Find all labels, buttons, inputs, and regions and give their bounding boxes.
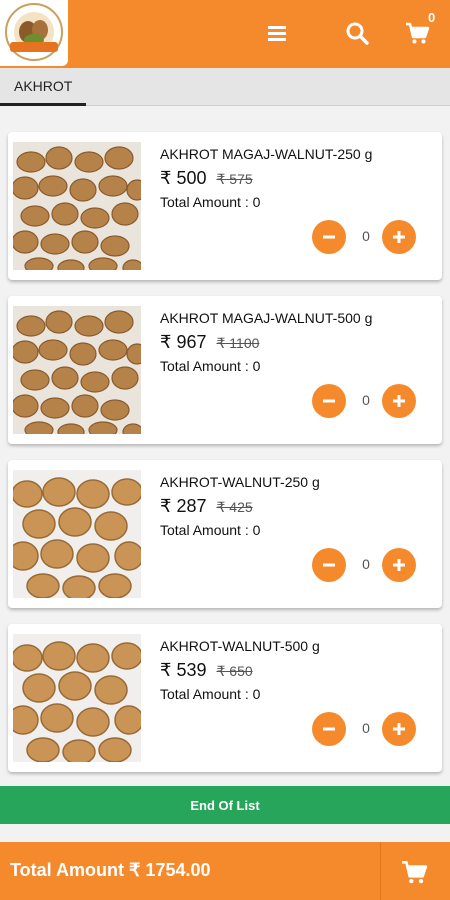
price-row: ₹ 539 ₹ 650 <box>160 660 253 681</box>
product-mrp: ₹ 575 <box>216 171 253 187</box>
product-name: AKHROT MAGAJ-WALNUT-500 g <box>160 310 373 326</box>
quantity-value: 0 <box>362 392 370 408</box>
product-image <box>13 634 141 762</box>
cart-total-footer: Total Amount ₹ 1754.00 <box>0 842 450 900</box>
product-price: ₹ 287 <box>160 496 207 516</box>
product-image <box>13 306 141 434</box>
tab-akhrot[interactable]: AKHROT <box>0 68 87 106</box>
decrease-quantity-button[interactable] <box>312 220 346 254</box>
increase-quantity-button[interactable] <box>382 548 416 582</box>
plus-icon <box>393 395 405 407</box>
product-mrp: ₹ 425 <box>216 499 253 515</box>
price-row: ₹ 287 ₹ 425 <box>160 496 253 517</box>
product-image <box>13 470 141 598</box>
price-row: ₹ 500 ₹ 575 <box>160 168 253 189</box>
quantity-value: 0 <box>362 556 370 572</box>
decrease-quantity-button[interactable] <box>312 712 346 746</box>
app-header: 0 <box>0 0 450 68</box>
product-total-amount: Total Amount : 0 <box>160 686 261 702</box>
search-icon[interactable] <box>344 20 370 46</box>
quantity-value: 0 <box>362 720 370 736</box>
plus-icon <box>393 723 405 735</box>
product-card[interactable]: AKHROT-WALNUT-250 g ₹ 287 ₹ 425 Total Am… <box>8 460 442 608</box>
product-price: ₹ 500 <box>160 168 207 188</box>
product-name: AKHROT-WALNUT-250 g <box>160 474 320 490</box>
price-row: ₹ 967 ₹ 1100 <box>160 332 259 353</box>
category-tab-bar: AKHROT <box>0 68 450 106</box>
cart-icon[interactable] <box>404 20 430 46</box>
minus-icon <box>323 727 335 731</box>
increase-quantity-button[interactable] <box>382 712 416 746</box>
plus-icon <box>393 559 405 571</box>
decrease-quantity-button[interactable] <box>312 548 346 582</box>
footer-divider <box>380 842 381 900</box>
end-of-list-banner: End Of List <box>0 786 450 824</box>
product-total-amount: Total Amount : 0 <box>160 194 261 210</box>
quantity-value: 0 <box>362 228 370 244</box>
product-card[interactable]: AKHROT-WALNUT-500 g ₹ 539 ₹ 650 Total Am… <box>8 624 442 772</box>
product-total-amount: Total Amount : 0 <box>160 522 261 538</box>
footer-total-amount: Total Amount ₹ 1754.00 <box>10 860 211 880</box>
cart-count-badge: 0 <box>428 10 436 25</box>
product-card[interactable]: AKHROT MAGAJ-WALNUT-500 g ₹ 967 ₹ 1100 T… <box>8 296 442 444</box>
product-name: AKHROT MAGAJ-WALNUT-250 g <box>160 146 373 162</box>
plus-icon <box>393 231 405 243</box>
product-total-amount: Total Amount : 0 <box>160 358 261 374</box>
minus-icon <box>323 235 335 239</box>
decrease-quantity-button[interactable] <box>312 384 346 418</box>
minus-icon <box>323 399 335 403</box>
checkout-cart-icon[interactable] <box>400 858 428 886</box>
increase-quantity-button[interactable] <box>382 384 416 418</box>
product-price: ₹ 539 <box>160 660 207 680</box>
product-mrp: ₹ 650 <box>216 663 253 679</box>
menu-icon[interactable] <box>264 20 290 46</box>
product-image <box>13 142 141 270</box>
product-mrp: ₹ 1100 <box>216 335 260 351</box>
product-name: AKHROT-WALNUT-500 g <box>160 638 320 654</box>
minus-icon <box>323 563 335 567</box>
store-logo[interactable] <box>0 0 68 66</box>
product-price: ₹ 967 <box>160 332 207 352</box>
product-card[interactable]: AKHROT MAGAJ-WALNUT-250 g ₹ 500 ₹ 575 To… <box>8 132 442 280</box>
increase-quantity-button[interactable] <box>382 220 416 254</box>
